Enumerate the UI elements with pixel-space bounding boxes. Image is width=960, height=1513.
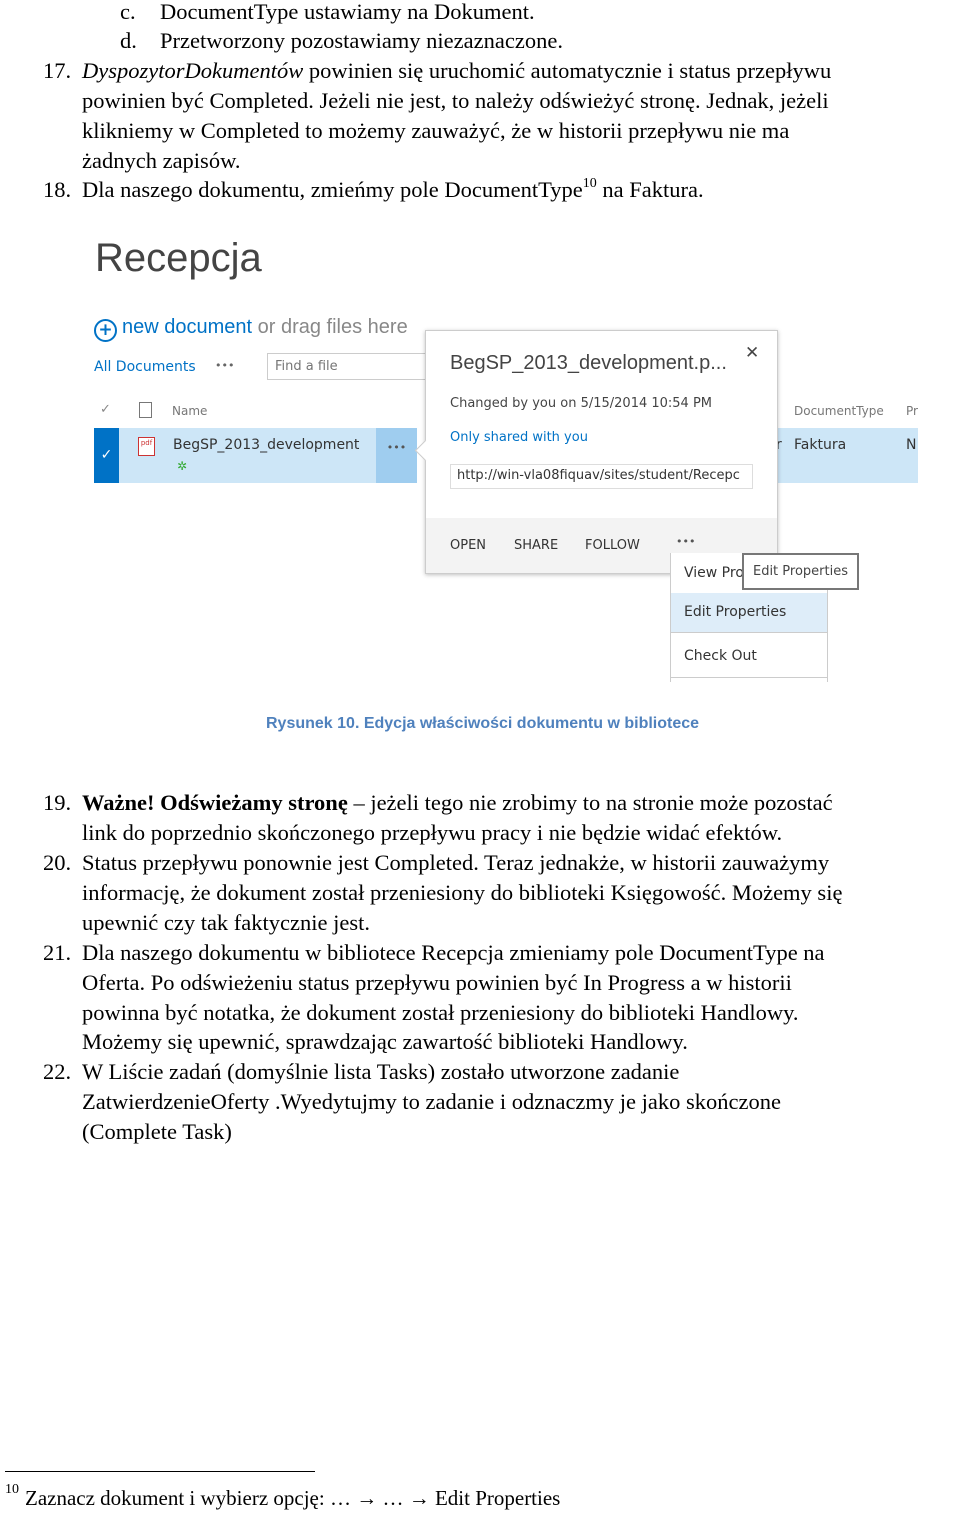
footnote-text: Zaznacz dokument i wybierz opcję: … → … … <box>25 1486 561 1510</box>
menu-divider <box>671 677 827 678</box>
list-item-text: Ważne! Odświeżamy stronę – jeżeli tego n… <box>82 788 833 818</box>
list-item-text: (Complete Task) <box>82 1119 232 1144</box>
column-header-documenttype[interactable]: DocumentType <box>794 404 884 418</box>
callout-pointer <box>414 439 437 462</box>
footnote-marker: 10 <box>5 1482 19 1497</box>
list-item-text: DyspozytorDokumentów powinien się urucho… <box>82 56 831 86</box>
drag-hint: or drag files here <box>252 316 408 338</box>
list-item-text: Dla naszego dokumentu w bibliotece Recep… <box>82 940 825 965</box>
list-item-text: W Liście zadań (domyślnie lista Tasks) z… <box>82 1059 680 1084</box>
close-icon[interactable]: ✕ <box>745 343 759 363</box>
cell-documenttype: Faktura <box>794 437 847 453</box>
list-item-text: Przetworzony pozostawiamy niezaznaczone. <box>160 28 563 53</box>
list-item-text: DocumentType ustawiamy na Dokument. <box>160 0 535 24</box>
sharing-link[interactable]: Only shared with you <box>450 430 588 445</box>
find-file-input[interactable] <box>267 353 437 380</box>
list-item-text: link do poprzednio skończonego przepływu… <box>82 820 783 845</box>
view-more-button[interactable]: ••• <box>215 359 234 372</box>
new-item-icon: ✲ <box>177 459 188 473</box>
list-item-text: informację, że dokument został przeniesi… <box>82 880 843 905</box>
url-field[interactable]: http://win-vla08fiquav/sites/student/Rec… <box>450 464 753 489</box>
column-header-pr[interactable]: Pr <box>906 404 918 418</box>
list-item-text: ZatwierdzenieOferty .Wyedytujmy to zadan… <box>82 1089 781 1114</box>
list-marker: 20. <box>43 850 72 875</box>
row-checkbox[interactable]: ✓ <box>94 428 119 483</box>
list-marker: c. <box>120 0 136 24</box>
text: powinien się uruchomić automatycznie i s… <box>303 58 832 83</box>
footnote-ref[interactable]: 10 <box>583 176 597 191</box>
figure-caption: Rysunek 10. Edycja właściwości dokumentu… <box>266 715 700 732</box>
workflow-name: DyspozytorDokumentów <box>82 58 304 83</box>
open-button[interactable]: OPEN <box>450 538 486 553</box>
row-ellipsis-button[interactable]: ••• <box>376 428 417 483</box>
list-item-text: żadnych zapisów. <box>82 148 241 173</box>
cell-pr: N <box>906 437 917 453</box>
list-item-text: klikniemy w Completed to możemy zauważyć… <box>82 118 790 143</box>
list-item-text: Dla naszego dokumentu, zmieńmy pole Docu… <box>82 175 704 205</box>
changed-by-text: Changed by you on 5/15/2014 10:54 PM <box>450 396 713 411</box>
library-title: Recepcja <box>95 236 262 280</box>
plus-circle-icon[interactable]: + <box>94 319 117 342</box>
important-note: Ważne! Odświeżamy stronę <box>82 790 348 815</box>
callout-title: BegSP_2013_development.p... <box>450 352 727 374</box>
document-name-link[interactable]: BegSP_2013_development <box>173 437 359 453</box>
list-marker: 17. <box>43 58 72 83</box>
menu-item-check-out[interactable]: Check Out <box>684 648 757 664</box>
text: Dla naszego dokumentu, zmieńmy pole Docu… <box>82 177 583 202</box>
list-item-text: Możemy się upewnić, sprawdzając zawartoś… <box>82 1029 688 1054</box>
text: na Faktura. <box>596 177 704 202</box>
menu-item-label: Edit Properties <box>684 604 787 620</box>
list-item-text: Status przepływu ponownie jest Completed… <box>82 850 830 875</box>
list-marker: d. <box>120 28 137 53</box>
text: – jeżeli tego nie zrobimy to na stronie … <box>347 790 833 815</box>
list-item-text: Oferta. Po odświeżeniu status przepływu … <box>82 970 792 995</box>
follow-button[interactable]: FOLLOW <box>585 538 640 553</box>
document-type-icon <box>139 402 152 418</box>
share-button[interactable]: SHARE <box>514 538 558 553</box>
document-callout: BegSP_2013_development.p... ✕ Changed by… <box>414 330 778 574</box>
list-item-text: upewnić czy tak faktycznie jest. <box>82 910 370 935</box>
footnote-separator <box>5 1471 315 1472</box>
new-document-label[interactable]: new document <box>122 316 252 338</box>
list-marker: 19. <box>43 790 72 815</box>
menu-item-edit-properties[interactable]: Edit Properties <box>671 593 827 633</box>
document-page: c. DocumentType ustawiamy na Dokument. d… <box>0 0 960 1513</box>
list-item-text: powinien być Completed. Jeżeli nie jest,… <box>82 88 829 113</box>
list-item-text: powinna być notatka, że dokument został … <box>82 1000 799 1025</box>
list-marker: 22. <box>43 1059 72 1084</box>
tooltip: Edit Properties <box>742 553 859 590</box>
pdf-icon: pdf <box>138 437 155 456</box>
menu-item-view-properties[interactable]: View Pro <box>684 565 744 581</box>
list-marker: 21. <box>43 940 72 965</box>
new-document-link[interactable]: new document or drag files here <box>122 316 408 339</box>
list-marker: 18. <box>43 177 72 202</box>
column-header-name[interactable]: Name <box>172 404 207 418</box>
more-actions-button[interactable]: ••• <box>676 535 695 548</box>
view-all-documents[interactable]: All Documents <box>94 359 196 375</box>
select-all-check-icon[interactable]: ✓ <box>100 402 111 417</box>
